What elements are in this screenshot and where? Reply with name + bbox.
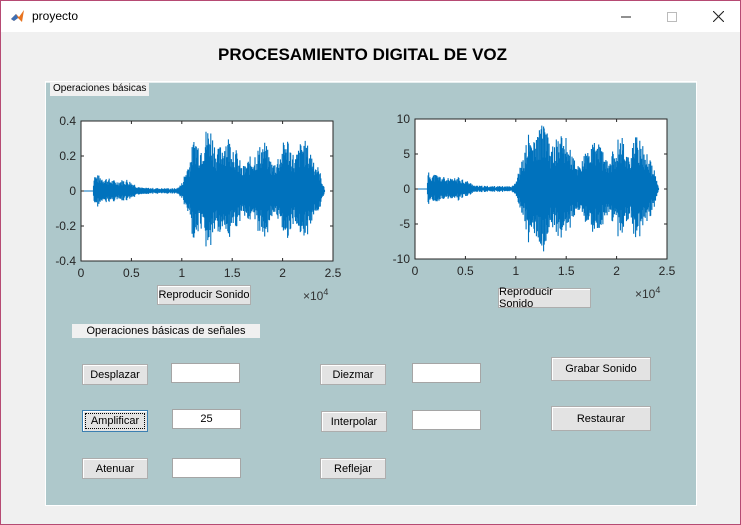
x-tick-label: 1 [512,264,519,278]
app-window: proyecto PROCESAMIENTO DIGITAL DE VOZ Op… [0,0,741,525]
maximize-button[interactable] [649,1,695,32]
restore-button[interactable]: Restaurar [551,406,651,431]
chart1-exponent-label: ×104 [303,287,329,303]
x-tick-label: 2 [279,266,286,280]
matlab-icon [10,8,26,24]
y-tick-label: 0.2 [59,149,76,163]
y-tick-label: -5 [399,217,410,231]
y-tick-label: 0 [403,182,410,196]
main-title: PROCESAMIENTO DIGITAL DE VOZ [217,45,508,64]
shift-button[interactable]: Desplazar [82,364,148,385]
x-tick-label: 0 [412,264,419,278]
y-tick-label: 10 [397,112,411,126]
play-sound-button-1[interactable]: Reproducir Sonido [157,285,251,305]
y-tick-label: -0.4 [55,254,76,268]
amplify-input[interactable] [172,409,241,429]
processed-signal-chart: 0 0.5 1 1.5 2 2.5 10 5 0 -5 -10 [393,112,676,278]
minimize-icon [621,16,631,17]
chart2-exponent-label: ×104 [635,285,661,301]
maximize-icon [667,11,677,22]
y-tick-label: 0.4 [59,114,76,128]
x-tick-label: 2.5 [325,266,342,280]
original-signal-chart: 0 0.5 1 1.5 2 2.5 0.4 0.2 0 -0.2 -0.4 [55,114,342,280]
x-tick-label: 2.5 [659,264,676,278]
y-tick-label: -10 [393,252,411,266]
x-tick-label: 0.5 [123,266,140,280]
amplify-button[interactable]: Amplificar [82,410,148,432]
record-sound-button[interactable]: Grabar Sonido [551,357,651,381]
x-tick-label: 0.5 [457,264,474,278]
panel-title: Operaciones básicas [50,82,150,96]
close-icon [712,11,724,22]
decimate-input[interactable] [412,363,481,383]
window-title: proyecto [32,9,79,23]
attenuate-input[interactable] [172,458,241,478]
decimate-button[interactable]: Diezmar [320,364,386,385]
shift-input[interactable] [171,363,240,383]
reflect-button[interactable]: Reflejar [320,458,386,479]
play-sound-button-2[interactable]: Reproducir Sonido [498,286,591,310]
y-tick-label: 5 [403,147,410,161]
x-tick-label: 2 [613,264,620,278]
close-button[interactable] [695,1,741,32]
interpolate-input[interactable] [412,410,481,430]
x-tick-label: 1.5 [224,266,241,280]
x-tick-label: 1.5 [558,264,575,278]
attenuate-button[interactable]: Atenuar [82,458,148,479]
minimize-button[interactable] [603,1,649,32]
y-tick-label: -0.2 [55,219,76,233]
interpolate-button[interactable]: Interpolar [321,411,387,432]
x-tick-label: 1 [178,266,185,280]
title-bar: proyecto [1,1,740,32]
y-tick-label: 0 [69,184,76,198]
section-label: Operaciones básicas de señales [72,324,260,338]
x-tick-label: 0 [78,266,85,280]
